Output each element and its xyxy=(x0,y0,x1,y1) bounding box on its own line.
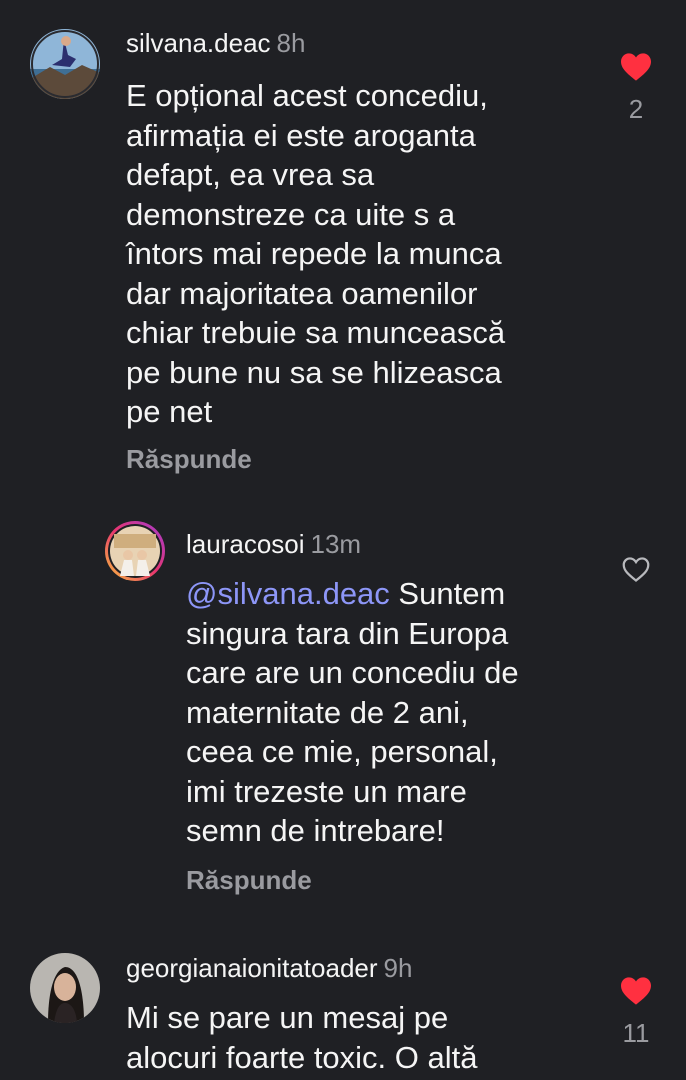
avatar-image xyxy=(30,29,100,99)
username[interactable]: georgianaionitatoader xyxy=(126,953,378,983)
like-count: 2 xyxy=(628,94,644,124)
comment-meta: lauracosoi 13m xyxy=(186,528,361,560)
comment-meta: georgianaionitatoader 9h xyxy=(126,952,412,984)
avatar[interactable] xyxy=(30,953,100,1023)
comment-line: ceea ce mie, personal, xyxy=(186,734,498,769)
avatar[interactable] xyxy=(104,520,166,582)
like-count: 11 xyxy=(622,1018,650,1048)
heart-filled-icon xyxy=(621,977,651,1005)
comment-line: chiar trebuie sa muncească xyxy=(126,315,506,350)
like-button[interactable]: 11 xyxy=(616,976,656,1048)
comment-line: dar majoritatea oamenilor xyxy=(126,275,478,311)
comment-line: afirmația ei este aroganta xyxy=(126,117,476,153)
comment-item: georgianaionitatoader 9h Mi se pare un me… xyxy=(0,920,686,1080)
comment-meta: silvana.deac 8h xyxy=(126,27,305,59)
reply-button[interactable]: Răspunde xyxy=(186,864,312,896)
comment-line-text: Suntem xyxy=(389,576,506,611)
comment-text: @silvana.deac Suntem singura tara din Eu… xyxy=(186,574,519,851)
comment-text: E opțional acest concediu, afirmația ei … xyxy=(126,76,505,432)
comment-text: Mi se pare un mesaj pe alocuri foarte to… xyxy=(126,998,478,1077)
comment-line: pe bune nu sa se hlizeasca xyxy=(126,354,502,390)
comment-line: singura tara din Europa xyxy=(186,615,509,651)
comment-line: @silvana.deac Suntem xyxy=(186,574,519,614)
like-button[interactable] xyxy=(616,556,656,583)
timestamp: 13m xyxy=(310,529,362,559)
comment-line: defapt, ea vrea sa xyxy=(126,157,375,192)
heart-filled-icon xyxy=(621,53,651,81)
avatar-image xyxy=(30,953,100,1023)
comment-line: semn de intrebare! xyxy=(186,813,445,848)
avatar[interactable] xyxy=(30,29,100,99)
comment-line: care are un concediu de xyxy=(186,655,519,690)
heart-outline-icon xyxy=(622,557,650,582)
reply-button[interactable]: Răspunde xyxy=(126,443,252,475)
comments-screen: silvana.deac 8h E opțional acest concediu… xyxy=(0,0,686,1080)
comment-line: întors mai repede la munca xyxy=(126,236,502,271)
avatar-image xyxy=(105,521,165,581)
like-button[interactable]: 2 xyxy=(616,52,656,124)
comment-line: pe net xyxy=(126,394,213,429)
comment-line: demonstreze ca uite s a xyxy=(126,196,456,232)
comment-item: silvana.deac 8h E opțional acest concediu… xyxy=(0,0,686,500)
reply-comment-item: lauracosoi 13m @silvana.deac Suntem singu… xyxy=(0,500,686,920)
username[interactable]: silvana.deac xyxy=(126,28,271,58)
comment-line: E opțional acest concediu, xyxy=(126,78,488,113)
mention-link[interactable]: @silvana.deac xyxy=(186,576,390,611)
username[interactable]: lauracosoi xyxy=(186,529,305,559)
comment-line: maternitate de 2 ani, xyxy=(186,694,469,730)
comment-line: Mi se pare un mesaj pe xyxy=(126,1000,449,1035)
comment-line: imi trezeste un mare xyxy=(186,773,467,809)
timestamp: 9h xyxy=(383,953,413,983)
timestamp: 8h xyxy=(276,28,306,58)
comment-line: alocuri foarte toxic. O altă xyxy=(126,1039,478,1075)
